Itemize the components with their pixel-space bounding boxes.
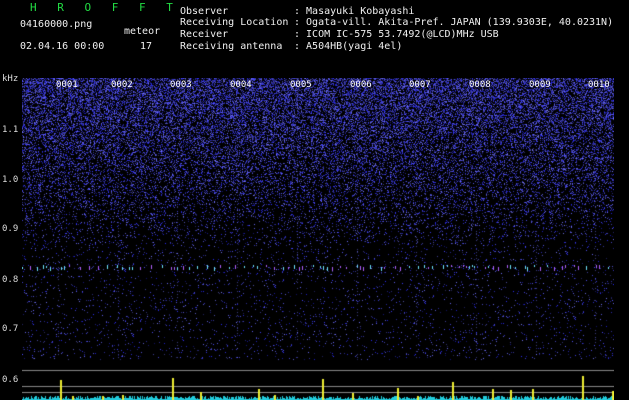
spectrogram bbox=[22, 78, 614, 400]
minute-label: 0002 bbox=[111, 80, 133, 90]
tick-0-7: 0.7 bbox=[2, 324, 19, 334]
minute-label: 0008 bbox=[469, 80, 491, 90]
minute-label: 0005 bbox=[290, 80, 312, 90]
receiver-label: Receiver bbox=[180, 29, 229, 40]
tick-0-8: 0.8 bbox=[2, 275, 19, 285]
filename: 04160000.png bbox=[20, 19, 93, 30]
location-label: Receiving Location bbox=[180, 17, 289, 28]
receiver-value: : ICOM IC-575 53.7492(@LCD)MHz USB bbox=[294, 29, 499, 40]
minute-label: 0009 bbox=[529, 80, 551, 90]
antenna-value: : A504HB(yagi 4el) bbox=[294, 41, 403, 52]
observer-label: Observer bbox=[180, 6, 229, 17]
tick-0-6: 0.6 bbox=[2, 375, 19, 385]
minute-label: 0006 bbox=[350, 80, 372, 90]
observer-value: : Masayuki Kobayashi bbox=[294, 6, 415, 17]
tick-1-0: 1.0 bbox=[2, 175, 19, 185]
hrofft-screen: { "header": { "brand": "H R O F F T", "f… bbox=[0, 0, 629, 400]
tick-0-9: 0.9 bbox=[2, 224, 19, 234]
meteor-label: meteor bbox=[124, 26, 161, 37]
minute-label: 0003 bbox=[170, 80, 192, 90]
minute-label: 0007 bbox=[409, 80, 431, 90]
minute-label: 0010 bbox=[588, 80, 610, 90]
meteor-count: 17 bbox=[140, 41, 153, 52]
axis-unit: kHz bbox=[2, 74, 19, 84]
minute-label: 0001 bbox=[56, 80, 78, 90]
antenna-label: Receiving antenna bbox=[180, 41, 283, 52]
tick-1-1: 1.1 bbox=[2, 125, 19, 135]
app-brand: H R O F F T bbox=[30, 1, 180, 14]
location-value: : Ogata-vill. Akita-Pref. JAPAN (139.930… bbox=[294, 17, 614, 28]
minute-label: 0004 bbox=[230, 80, 252, 90]
datetime: 02.04.16 00:00 bbox=[20, 41, 105, 52]
